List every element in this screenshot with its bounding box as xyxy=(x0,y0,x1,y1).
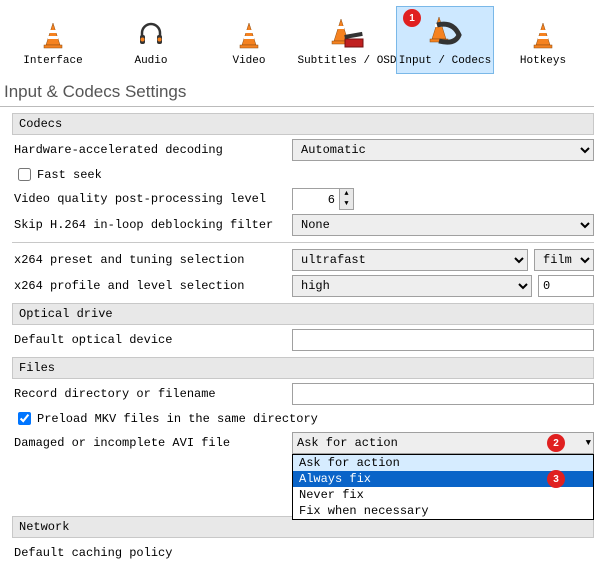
avi-option[interactable]: Always fix 3 xyxy=(293,471,593,487)
record-dir-label: Record directory or filename xyxy=(12,387,292,401)
post-processing-value[interactable] xyxy=(293,189,339,211)
x264-profile-select[interactable]: high xyxy=(292,275,532,297)
chevron-down-icon: ▼ xyxy=(586,438,591,448)
preload-mkv-label: Preload MKV files in the same directory xyxy=(37,412,318,426)
group-header-files: Files xyxy=(12,357,594,379)
avi-option[interactable]: Ask for action xyxy=(293,455,593,471)
x264-level-input[interactable] xyxy=(538,275,594,297)
avi-select-value: Ask for action xyxy=(297,436,398,450)
group-header-codecs: Codecs xyxy=(12,113,594,135)
tab-label: Input / Codecs xyxy=(399,55,491,67)
x264-profile-label: x264 profile and level selection xyxy=(12,279,292,293)
spinner-down-icon[interactable]: ▼ xyxy=(340,199,353,209)
annotation-badge-2: 2 xyxy=(547,434,565,452)
category-toolbar: Interface Audio Video Subtitles / OSD 1 … xyxy=(0,0,600,76)
tab-input-codecs[interactable]: 1 Input / Codecs xyxy=(396,6,494,74)
x264-preset-select[interactable]: ultrafast xyxy=(292,249,528,271)
divider xyxy=(12,242,594,243)
group-header-optical: Optical drive xyxy=(12,303,594,325)
tab-audio[interactable]: Audio xyxy=(102,6,200,74)
record-dir-input[interactable] xyxy=(292,383,594,405)
fast-seek-checkbox[interactable] xyxy=(18,168,31,181)
vlc-cone-icon xyxy=(41,13,65,49)
caching-policy-label: Default caching policy xyxy=(12,546,292,560)
default-optical-label: Default optical device xyxy=(12,333,292,347)
annotation-badge-1: 1 xyxy=(403,9,421,27)
avi-option[interactable]: Never fix xyxy=(293,487,593,503)
page-title: Input & Codecs Settings xyxy=(0,76,594,107)
avi-select[interactable]: Ask for action ▼ 2 xyxy=(292,432,594,454)
x264-tuning-select[interactable]: film xyxy=(534,249,594,271)
vlc-cone-icon xyxy=(531,13,555,49)
tab-subtitles[interactable]: Subtitles / OSD xyxy=(298,6,396,74)
tab-label: Subtitles / OSD xyxy=(297,55,396,67)
x264-preset-label: x264 preset and tuning selection xyxy=(12,253,292,267)
hw-decoding-select[interactable]: Automatic xyxy=(292,139,594,161)
default-optical-input[interactable] xyxy=(292,329,594,351)
tab-label: Interface xyxy=(23,55,82,67)
tab-label: Audio xyxy=(134,55,167,67)
tab-hotkeys[interactable]: Hotkeys xyxy=(494,6,592,74)
spinner-up-icon[interactable]: ▲ xyxy=(340,189,353,199)
avi-dropdown-list: Ask for action Always fix 3 Never fix Fi… xyxy=(292,454,594,520)
skip-h264-label: Skip H.264 in-loop deblocking filter xyxy=(12,218,292,232)
tab-label: Video xyxy=(232,55,265,67)
tab-label: Hotkeys xyxy=(520,55,566,67)
preload-mkv-checkbox[interactable] xyxy=(18,412,31,425)
annotation-badge-3: 3 xyxy=(547,470,565,488)
avi-label: Damaged or incomplete AVI file xyxy=(12,436,292,450)
vlc-cone-filmstrip-icon xyxy=(425,13,465,49)
post-processing-spinner[interactable]: ▲▼ xyxy=(292,188,354,210)
headphones-icon xyxy=(136,13,166,49)
vlc-cone-clapper-icon xyxy=(327,13,367,49)
tab-interface[interactable]: Interface xyxy=(4,6,102,74)
skip-h264-select[interactable]: None xyxy=(292,214,594,236)
fast-seek-label: Fast seek xyxy=(37,168,102,182)
hw-decoding-label: Hardware-accelerated decoding xyxy=(12,143,292,157)
vlc-cone-icon xyxy=(237,13,261,49)
avi-option[interactable]: Fix when necessary xyxy=(293,503,593,519)
post-processing-label: Video quality post-processing level xyxy=(12,192,292,206)
tab-video[interactable]: Video xyxy=(200,6,298,74)
